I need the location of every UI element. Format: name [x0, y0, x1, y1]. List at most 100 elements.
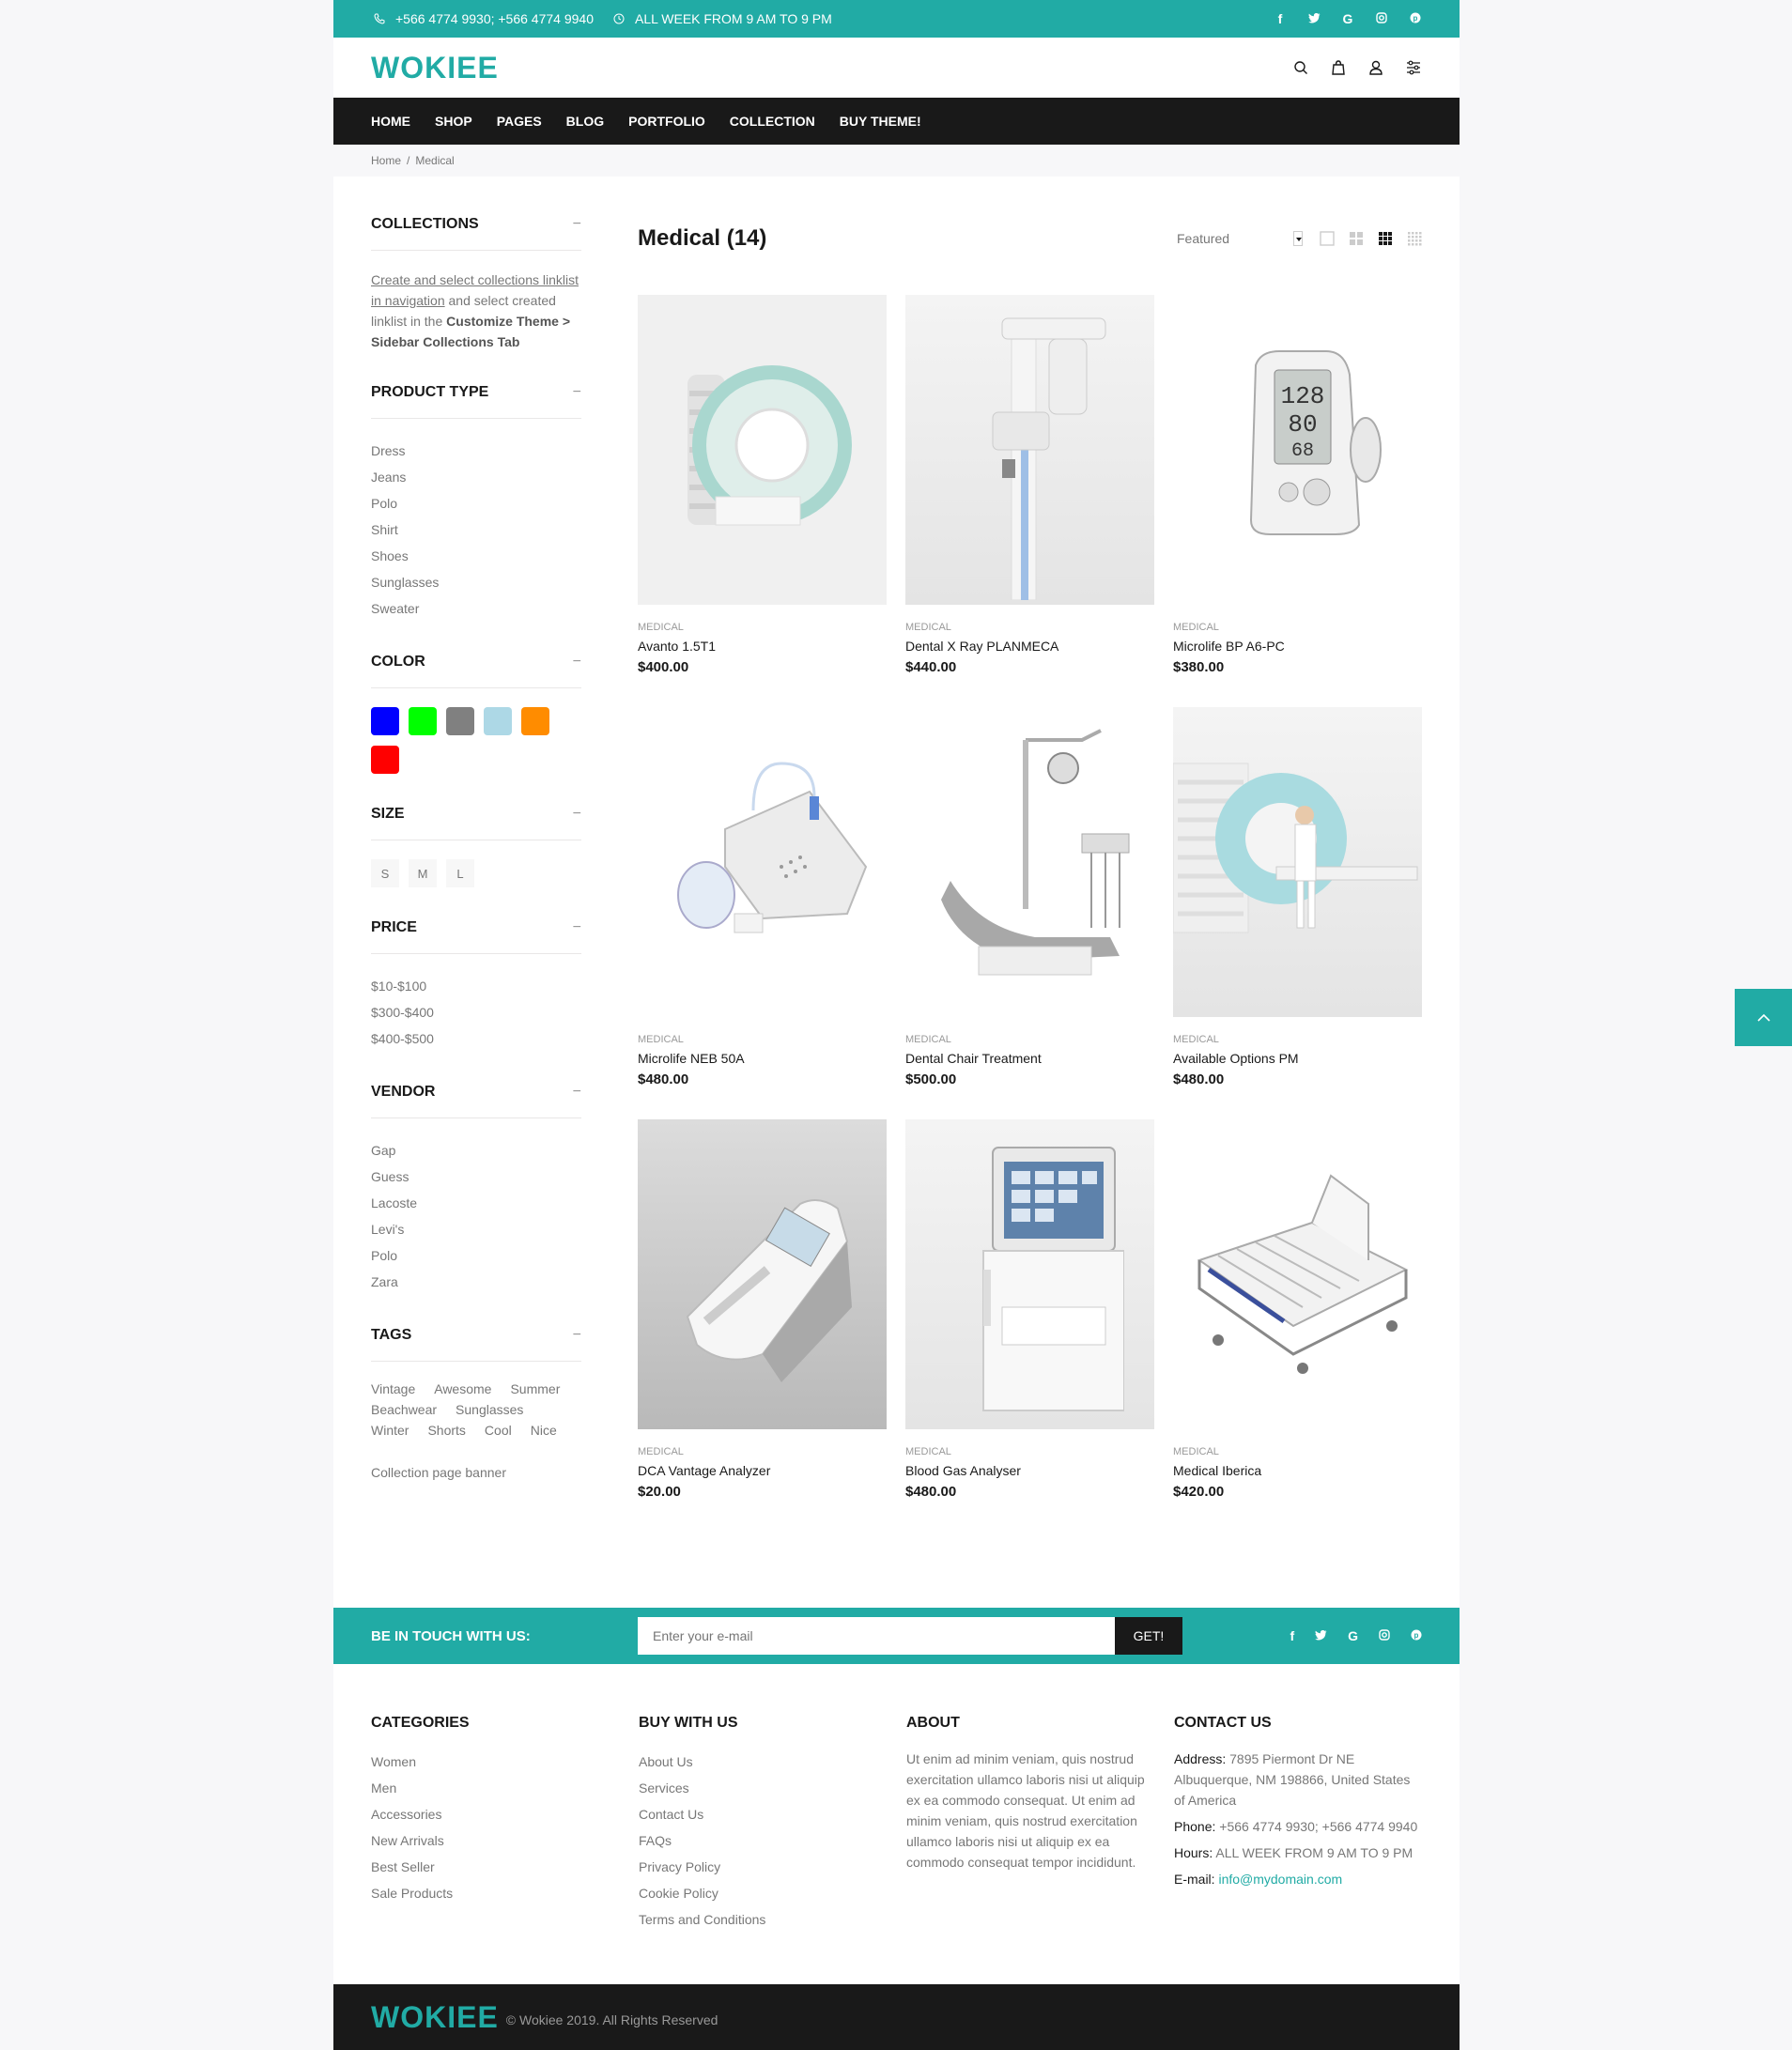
product-card[interactable]: MEDICAL Microlife NEB 50A $480.00: [638, 707, 887, 1087]
sort-select[interactable]: Featured: [1177, 231, 1293, 246]
product-name[interactable]: Available Options PM: [1173, 1051, 1422, 1066]
product-card[interactable]: MEDICAL Dental Chair Treatment $500.00: [905, 707, 1154, 1087]
footer-link[interactable]: Cookie Policy: [639, 1880, 906, 1906]
sort-dropdown-icon[interactable]: [1293, 231, 1303, 246]
product-card[interactable]: MEDICAL Avanto 1.5T1 $400.00: [638, 295, 887, 675]
facebook-icon[interactable]: f: [1274, 11, 1287, 26]
vendor-item[interactable]: Zara: [371, 1269, 581, 1295]
collapse-icon[interactable]: −: [573, 1084, 581, 1101]
collapse-icon[interactable]: −: [573, 654, 581, 670]
nav-buy-theme[interactable]: BUY THEME!: [840, 114, 921, 129]
product-category[interactable]: MEDICAL: [1173, 1446, 1422, 1457]
color-swatch[interactable]: [521, 707, 549, 735]
product-category[interactable]: MEDICAL: [905, 1034, 1154, 1045]
bag-icon[interactable]: [1330, 59, 1347, 76]
price-header[interactable]: PRICE −: [371, 919, 581, 954]
view-2-icon[interactable]: [1349, 231, 1364, 246]
footer-link[interactable]: Men: [371, 1775, 639, 1801]
tag-item[interactable]: Summer: [510, 1380, 560, 1397]
product-name[interactable]: Microlife NEB 50A: [638, 1051, 887, 1066]
footer-link[interactable]: Best Seller: [371, 1854, 639, 1880]
product-name[interactable]: Medical Iberica: [1173, 1463, 1422, 1478]
footer-link[interactable]: Accessories: [371, 1801, 639, 1827]
nav-collection[interactable]: COLLECTION: [730, 114, 815, 129]
product-image[interactable]: [1173, 707, 1422, 1017]
footer-link[interactable]: Services: [639, 1775, 906, 1801]
user-icon[interactable]: [1367, 59, 1384, 76]
footer-link[interactable]: New Arrivals: [371, 1827, 639, 1854]
collections-header[interactable]: COLLECTIONS −: [371, 216, 581, 251]
tag-item[interactable]: Beachwear: [371, 1401, 437, 1418]
footer-link[interactable]: Contact Us: [639, 1801, 906, 1827]
nav-pages[interactable]: PAGES: [497, 114, 542, 129]
price-range-item[interactable]: $10-$100: [371, 973, 581, 999]
nav-shop[interactable]: SHOP: [435, 114, 472, 129]
view-4-icon[interactable]: [1407, 231, 1422, 246]
product-category[interactable]: MEDICAL: [638, 1034, 887, 1045]
collection-banner[interactable]: Collection page banner: [371, 1465, 581, 1480]
size-option-m[interactable]: M: [409, 859, 437, 887]
twitter-icon[interactable]: [1307, 11, 1321, 26]
pinterest-icon[interactable]: p: [1411, 1628, 1422, 1643]
color-swatch[interactable]: [371, 707, 399, 735]
product-image[interactable]: [638, 295, 887, 605]
tag-item[interactable]: Winter: [371, 1422, 409, 1439]
collapse-icon[interactable]: −: [573, 919, 581, 936]
vendor-item[interactable]: Levi's: [371, 1216, 581, 1242]
nav-blog[interactable]: BLOG: [566, 114, 604, 129]
product-category[interactable]: MEDICAL: [638, 1446, 887, 1457]
product-image[interactable]: [638, 1119, 887, 1429]
product-name[interactable]: Microlife BP A6-PC: [1173, 639, 1422, 654]
product-category[interactable]: MEDICAL: [1173, 1034, 1422, 1045]
google-icon[interactable]: G: [1348, 1628, 1358, 1643]
product-image[interactable]: [905, 295, 1154, 605]
product-type-item[interactable]: Sweater: [371, 595, 581, 622]
instagram-icon[interactable]: [1375, 11, 1388, 26]
google-icon[interactable]: G: [1341, 11, 1354, 26]
product-name[interactable]: Dental Chair Treatment: [905, 1051, 1154, 1066]
product-type-item[interactable]: Sunglasses: [371, 569, 581, 595]
tag-item[interactable]: Sunglasses: [456, 1401, 523, 1418]
size-header[interactable]: SIZE −: [371, 806, 581, 840]
vendor-item[interactable]: Gap: [371, 1137, 581, 1164]
product-category[interactable]: MEDICAL: [638, 622, 887, 633]
product-name[interactable]: Avanto 1.5T1: [638, 639, 887, 654]
product-image[interactable]: [1173, 1119, 1422, 1429]
view-1-icon[interactable]: [1320, 231, 1335, 246]
product-card[interactable]: MEDICAL DCA Vantage Analyzer $20.00: [638, 1119, 887, 1500]
product-category[interactable]: MEDICAL: [1173, 622, 1422, 633]
search-icon[interactable]: [1292, 59, 1309, 76]
tag-item[interactable]: Awesome: [434, 1380, 491, 1397]
nav-home[interactable]: HOME: [371, 114, 410, 129]
product-image[interactable]: [905, 707, 1154, 1017]
footer-link[interactable]: FAQs: [639, 1827, 906, 1854]
pinterest-icon[interactable]: p: [1409, 11, 1422, 26]
nav-portfolio[interactable]: PORTFOLIO: [628, 114, 705, 129]
email-field[interactable]: [638, 1617, 1115, 1655]
price-range-item[interactable]: $300-$400: [371, 999, 581, 1025]
product-name[interactable]: DCA Vantage Analyzer: [638, 1463, 887, 1478]
back-to-top-button[interactable]: [1735, 989, 1792, 1046]
color-swatch[interactable]: [371, 746, 399, 774]
collapse-icon[interactable]: −: [573, 806, 581, 823]
instagram-icon[interactable]: [1379, 1628, 1390, 1643]
logo[interactable]: WOKIEE: [371, 51, 499, 85]
collapse-icon[interactable]: −: [573, 384, 581, 401]
twitter-icon[interactable]: [1315, 1628, 1327, 1643]
size-option-l[interactable]: L: [446, 859, 474, 887]
product-type-item[interactable]: Polo: [371, 490, 581, 516]
vendor-item[interactable]: Guess: [371, 1164, 581, 1190]
breadcrumb-home[interactable]: Home: [371, 154, 401, 167]
product-category[interactable]: MEDICAL: [905, 622, 1154, 633]
footer-link[interactable]: About Us: [639, 1749, 906, 1775]
product-card[interactable]: 128 80 68 MEDICAL Microlife BP A6-PC $38…: [1173, 295, 1422, 675]
size-option-s[interactable]: S: [371, 859, 399, 887]
view-3-icon[interactable]: [1378, 231, 1393, 246]
product-card[interactable]: MEDICAL Blood Gas Analyser $480.00: [905, 1119, 1154, 1500]
color-header[interactable]: COLOR −: [371, 654, 581, 688]
product-type-item[interactable]: Shirt: [371, 516, 581, 543]
email-link[interactable]: info@mydomain.com: [1218, 1872, 1342, 1887]
product-type-item[interactable]: Dress: [371, 438, 581, 464]
vendor-item[interactable]: Lacoste: [371, 1190, 581, 1216]
footer-link[interactable]: Terms and Conditions: [639, 1906, 906, 1933]
